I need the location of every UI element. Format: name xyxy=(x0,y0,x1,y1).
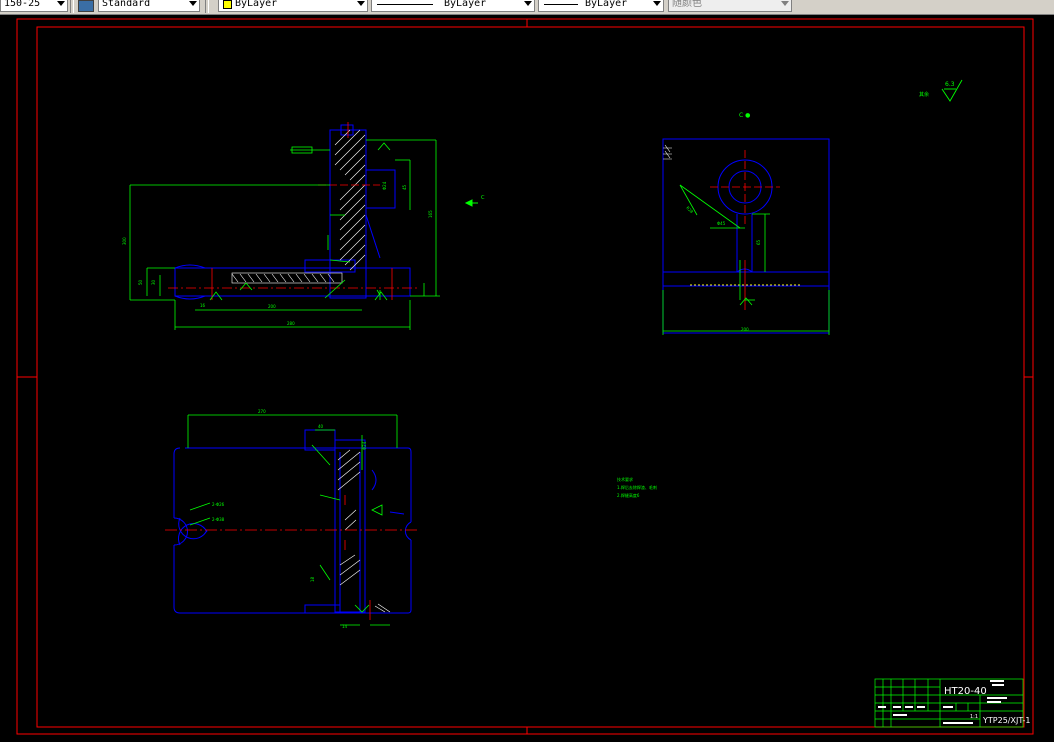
textstyle-icon[interactable] xyxy=(78,0,94,12)
linetype-value: ByLayer xyxy=(444,0,487,9)
section-view-label: C ● xyxy=(739,112,750,119)
svg-text:40: 40 xyxy=(318,424,324,429)
textstyle-value: Standard xyxy=(102,0,151,9)
svg-text:65: 65 xyxy=(756,239,761,245)
drawing-number: YTP25/XJT-1 xyxy=(982,716,1030,725)
view-arrow-c xyxy=(464,199,478,207)
svg-text:50: 50 xyxy=(138,279,143,285)
textstyle-dropdown[interactable]: Standard xyxy=(98,0,200,12)
svg-text:270: 270 xyxy=(258,409,266,414)
linetype-sample-icon xyxy=(377,4,433,5)
chevron-down-icon[interactable] xyxy=(357,1,365,6)
svg-text:R28: R28 xyxy=(685,205,694,214)
svg-text:2-Φ38: 2-Φ38 xyxy=(212,517,225,522)
svg-text:165: 165 xyxy=(428,210,433,218)
lineweight-value: ByLayer xyxy=(585,0,628,9)
front-view: 300 50 30 280 200 165 45 Φ24 16 C xyxy=(122,122,485,330)
drawing-canvas[interactable]: 300 50 30 280 200 165 45 Φ24 16 C C ● 20… xyxy=(0,14,1054,737)
svg-text:2-Φ26: 2-Φ26 xyxy=(212,502,225,507)
color-value: ByLayer xyxy=(235,0,278,9)
dimstyle-dropdown[interactable]: 150-25 xyxy=(0,0,68,12)
svg-text:300: 300 xyxy=(122,237,127,245)
lineweight-sample-icon xyxy=(544,4,578,5)
svg-text:14: 14 xyxy=(342,624,348,629)
chevron-down-icon[interactable] xyxy=(189,1,197,6)
svg-text:16: 16 xyxy=(200,303,206,308)
svg-text:Φ45: Φ45 xyxy=(717,221,726,226)
front-dim-texts: 300 50 30 280 200 165 45 Φ24 16 xyxy=(122,181,433,326)
notes-title: 技术要求 xyxy=(617,476,633,482)
svg-text:Φ24: Φ24 xyxy=(382,181,387,190)
dimensions-front xyxy=(129,139,440,330)
svg-text:45: 45 xyxy=(402,184,407,190)
svg-text:18: 18 xyxy=(310,576,315,582)
top-dim-texts: 270 40 2-Φ26 2-Φ38 18 Φ24 14 xyxy=(212,409,367,629)
view-direction-label: C xyxy=(481,195,485,201)
svg-text:30: 30 xyxy=(151,279,156,285)
svg-text:Φ24: Φ24 xyxy=(362,441,367,450)
drawing-name: HT20-40 xyxy=(944,686,987,697)
side-dim-texts: 200 65 R28 Φ45 xyxy=(685,205,761,332)
top-view: 270 40 2-Φ26 2-Φ38 18 Φ24 14 xyxy=(165,409,420,629)
svg-text:280: 280 xyxy=(287,321,295,326)
notes-line-2: 2.焊缝高度6 xyxy=(617,492,640,498)
chevron-down-icon[interactable] xyxy=(653,1,661,6)
drawing-frame xyxy=(16,18,1034,735)
color-dropdown[interactable]: ByLayer xyxy=(218,0,368,12)
roughness-symbol: 6.3 其余 xyxy=(919,79,963,102)
technical-notes: 技术要求 1.焊后去除焊渣、毛刺 2.焊缝高度6 xyxy=(617,476,657,498)
plotstyle-dropdown[interactable]: 随颜色 xyxy=(668,0,792,12)
toolbar-separator xyxy=(70,0,74,13)
side-view: C ● 200 65 R28 Φ45 xyxy=(662,112,830,335)
chevron-down-icon[interactable] xyxy=(524,1,532,6)
linetype-dropdown[interactable]: ByLayer xyxy=(371,0,535,12)
roughness-prefix: 其余 xyxy=(919,91,929,98)
hatch-top xyxy=(337,449,391,613)
properties-toolbar: 150-25 Standard ByLayer ByLayer ByLayer … xyxy=(0,0,1054,15)
notes-line-1: 1.焊后去除焊渣、毛刺 xyxy=(617,484,657,490)
lineweight-dropdown[interactable]: ByLayer xyxy=(538,0,664,12)
title-block: HT20-40 YTP25/XJT-1 1:1 xyxy=(874,678,1030,728)
dimstyle-value: 150-25 xyxy=(4,0,41,9)
drawing-scale: 1:1 xyxy=(970,714,978,720)
cad-drawing: 300 50 30 280 200 165 45 Φ24 16 C C ● 20… xyxy=(16,18,1034,735)
toolbar-separator xyxy=(205,0,209,13)
svg-text:200: 200 xyxy=(741,327,749,332)
color-swatch-icon xyxy=(223,0,232,9)
chevron-down-icon xyxy=(781,1,789,6)
chevron-down-icon[interactable] xyxy=(57,1,65,6)
svg-text:200: 200 xyxy=(268,304,276,309)
plotstyle-value: 随颜色 xyxy=(672,0,702,9)
side-small-hatch xyxy=(663,144,672,160)
roughness-value: 6.3 xyxy=(945,81,955,88)
